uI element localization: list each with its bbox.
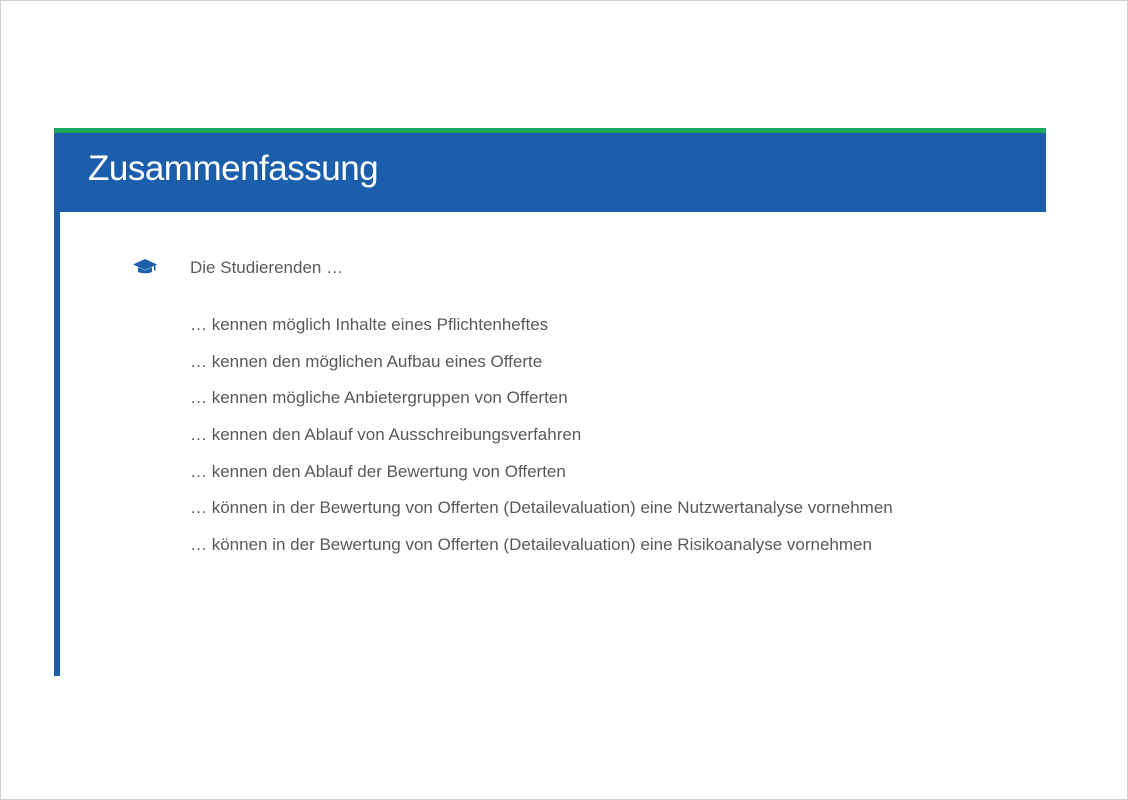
list-item: … können in der Bewertung von Offerten (…	[190, 535, 872, 555]
intro-text: Die Studierenden …	[190, 258, 344, 277]
title-band: Zusammenfassung	[54, 133, 1046, 212]
slide: Zusammenfassung Die Studierenden … … ken…	[0, 0, 1128, 800]
list-item: … kennen den Ablauf der Bewertung von Of…	[190, 461, 566, 481]
graduation-cap-icon	[133, 259, 157, 274]
learning-outcomes-list: … kennen möglich Inhalte eines Pflichten…	[190, 313, 893, 570]
list-item: … kennen möglich Inhalte eines Pflichten…	[190, 315, 549, 334]
slide-title: Zusammenfassung	[88, 149, 379, 188]
list-item: … können in der Bewertung von Offerten (…	[190, 498, 893, 518]
list-item: … kennen den möglichen Aufbau eines Offe…	[190, 351, 543, 371]
list-item: … kennen mögliche Anbietergruppen von Of…	[190, 388, 568, 408]
left-vertical-rule	[54, 212, 60, 676]
list-item: … kennen den Ablauf von Ausschreibungsve…	[190, 425, 582, 445]
